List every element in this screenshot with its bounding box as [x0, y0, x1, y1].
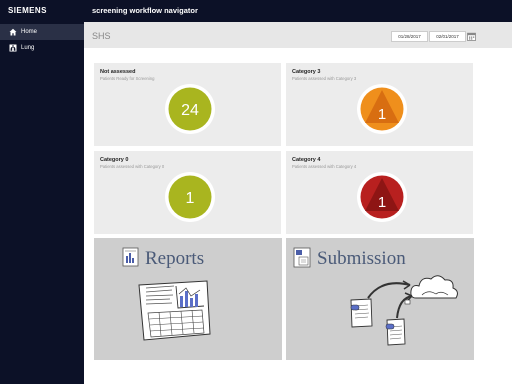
reports-illustration: Reports	[122, 247, 211, 341]
sidebar-item-label: Lung	[21, 44, 35, 51]
card-title: Category 4	[292, 157, 321, 163]
submission-illustration: Submission	[293, 247, 458, 346]
report-sketch-icon	[138, 280, 211, 341]
date-from-field[interactable]: 01/28/2017	[391, 31, 428, 42]
card-title: Category 0	[100, 157, 129, 163]
submission-tile[interactable]: Submission	[286, 238, 474, 360]
submission-document-icon	[293, 247, 311, 268]
card-category-0[interactable]: Category 0 Patients assessed with Catego…	[94, 151, 281, 234]
sidebar: Home Lung	[0, 22, 84, 384]
cloud-upload-sketch-icon	[350, 275, 458, 346]
count-value: 1	[378, 194, 386, 211]
reports-tile[interactable]: Reports	[94, 238, 282, 360]
card-not-assessed[interactable]: Not assessed Patients Ready for Screenin…	[94, 63, 281, 146]
card-category-3[interactable]: Category 3 Patients assessed with Catego…	[286, 63, 473, 146]
card-subtitle: Patients Ready for Screening	[100, 76, 155, 81]
count-badge: 1	[357, 84, 407, 134]
brand-logo: SIEMENS	[8, 6, 47, 15]
submission-tile-title: Submission	[317, 248, 406, 269]
count-badge: 24	[165, 84, 215, 134]
card-title: Not assessed	[100, 69, 136, 75]
sidebar-item-lung[interactable]: Lung	[0, 40, 84, 56]
card-category-4[interactable]: Category 4 Patients assessed with Catego…	[286, 151, 473, 234]
sidebar-item-home[interactable]: Home	[0, 24, 84, 40]
top-bar: SIEMENS screening workflow navigator	[0, 0, 512, 22]
sidebar-item-label: Home	[21, 28, 38, 35]
card-subtitle: Patients assessed with Category 3	[292, 76, 357, 81]
date-to-field[interactable]: 02/01/2017	[429, 31, 466, 42]
count-badge: 1	[357, 172, 407, 222]
page-toolbar: SHS 01/28/2017 02/01/2017	[84, 22, 512, 48]
app-title: screening workflow navigator	[92, 6, 198, 15]
calendar-icon[interactable]	[467, 32, 476, 41]
reports-tile-title: Reports	[145, 248, 204, 269]
count-badge: 1	[165, 172, 215, 222]
page-title: SHS	[92, 31, 111, 41]
count-value: 24	[181, 102, 199, 119]
lung-icon	[9, 44, 17, 52]
home-icon	[9, 28, 17, 36]
count-value: 1	[186, 190, 195, 207]
report-document-icon	[122, 247, 139, 267]
card-subtitle: Patients assessed with Category 0	[100, 164, 165, 169]
card-title: Category 3	[292, 69, 321, 75]
count-value: 1	[378, 106, 386, 123]
card-subtitle: Patients assessed with Category 4	[292, 164, 357, 169]
